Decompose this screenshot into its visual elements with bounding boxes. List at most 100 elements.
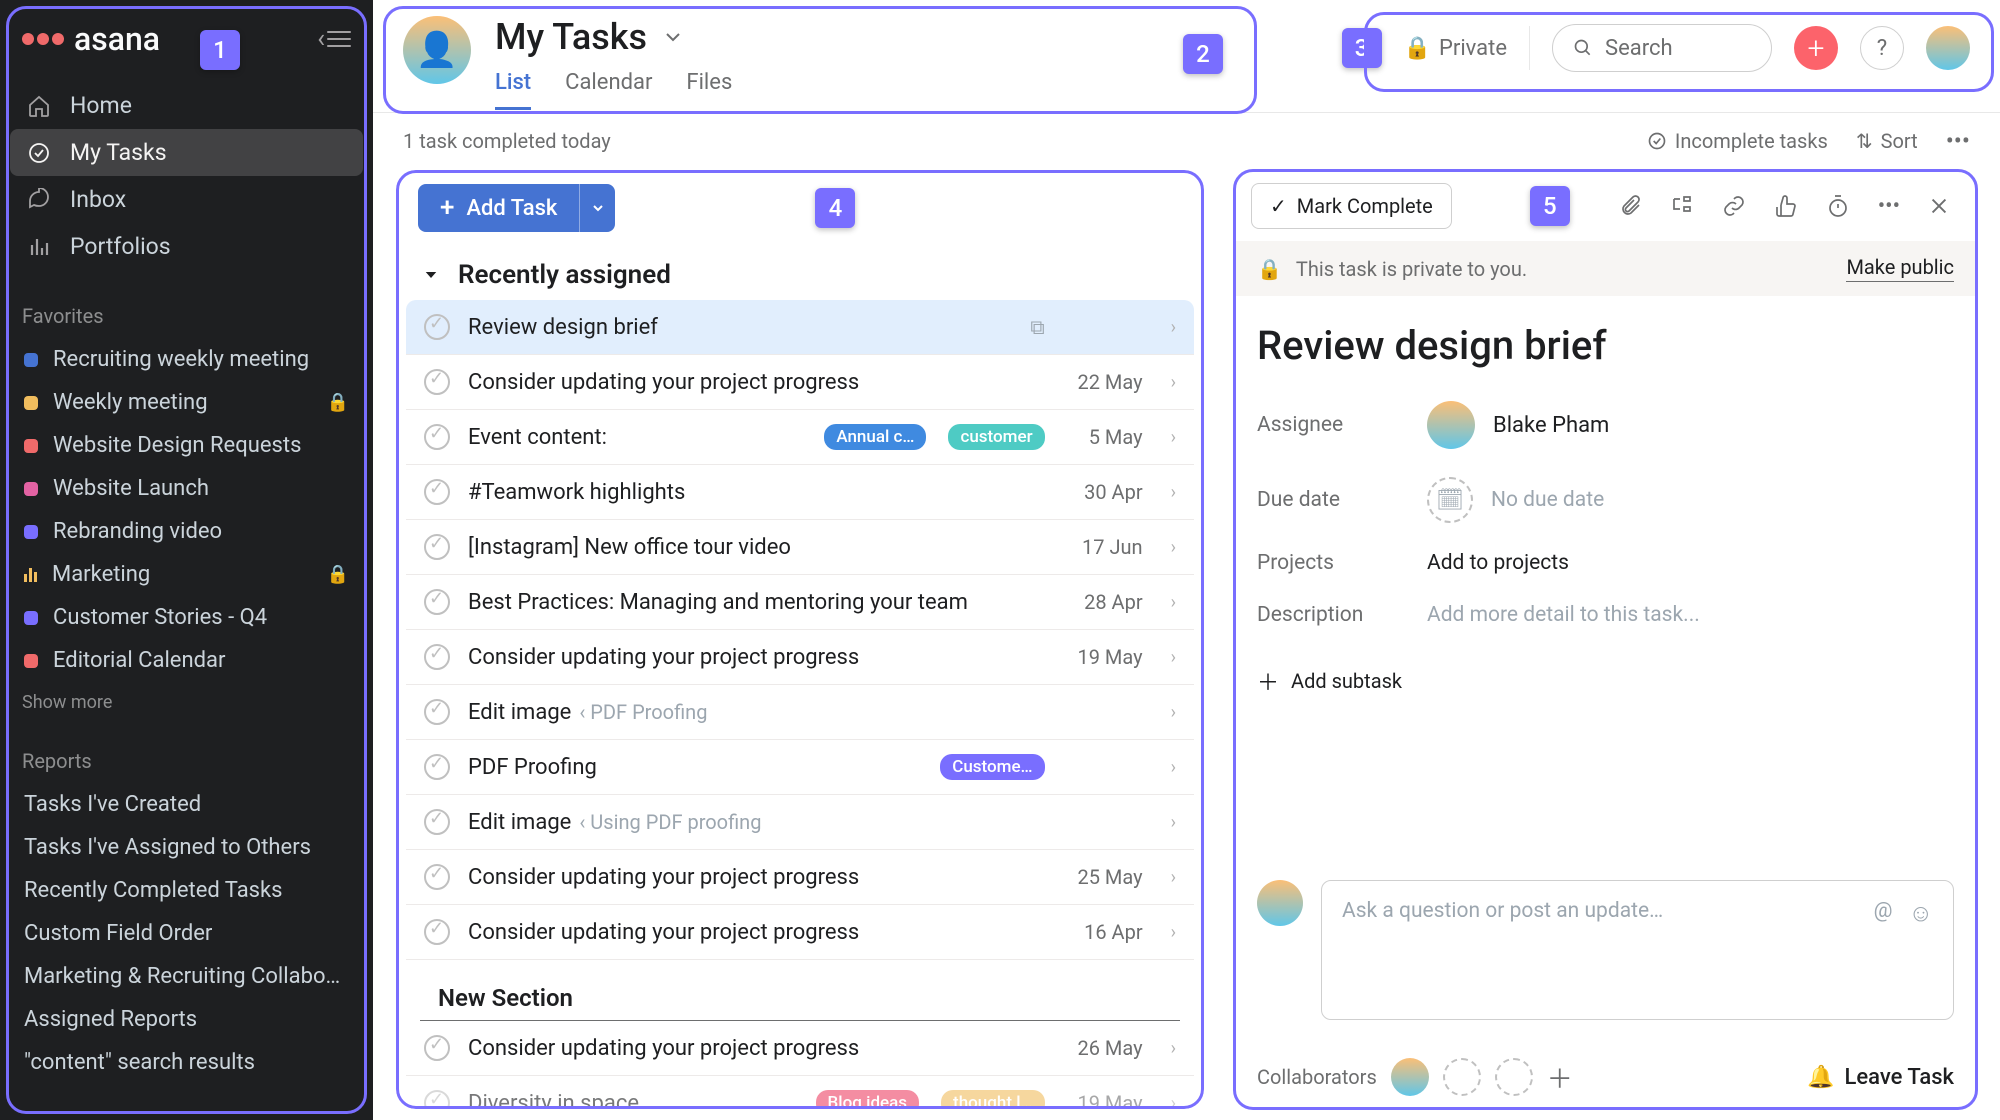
add-subtask-button[interactable]: ＋ Add subtask: [1233, 641, 1978, 721]
due-date-value[interactable]: 🗓 No due date: [1427, 477, 1604, 523]
complete-checkbox[interactable]: [424, 864, 450, 890]
add-task-button[interactable]: + Add Task: [418, 184, 579, 232]
report-item[interactable]: Marketing & Recruiting Collabo…: [12, 955, 361, 998]
user-avatar-small[interactable]: [1926, 26, 1970, 70]
favorite-item[interactable]: Weekly meeting🔒: [12, 381, 361, 424]
tab-calendar[interactable]: Calendar: [565, 70, 652, 110]
task-row[interactable]: #Teamwork highlights30 Apr›: [406, 465, 1194, 520]
subtasks-button[interactable]: [1660, 188, 1704, 224]
task-row[interactable]: Event content:Annual c…customer5 May›: [406, 410, 1194, 465]
sort-button[interactable]: ⇅ Sort: [1856, 129, 1918, 153]
favorite-item[interactable]: Customer Stories - Q4: [12, 596, 361, 639]
nav-home[interactable]: Home: [10, 82, 363, 129]
description-value[interactable]: Add more detail to this task...: [1427, 603, 1700, 627]
task-row[interactable]: [Instagram] New office tour video17 Jun›: [406, 520, 1194, 575]
report-item[interactable]: Tasks I've Created: [12, 783, 361, 826]
task-row[interactable]: Edit image‹ Using PDF proofing›: [406, 795, 1194, 850]
callout-4: 4: [815, 188, 855, 228]
comment-input[interactable]: Ask a question or post an update… @ ☺: [1321, 880, 1954, 1020]
add-collaborator-button[interactable]: ＋: [1547, 1059, 1573, 1096]
collaborator-placeholder[interactable]: [1443, 1058, 1481, 1096]
parent-task-link[interactable]: ‹ Using PDF proofing: [579, 810, 761, 834]
report-item[interactable]: Recently Completed Tasks: [12, 869, 361, 912]
complete-checkbox[interactable]: [424, 1035, 450, 1061]
task-tag[interactable]: Custome…: [940, 754, 1044, 780]
complete-checkbox[interactable]: [424, 754, 450, 780]
mention-icon[interactable]: @: [1874, 899, 1893, 928]
complete-checkbox[interactable]: [424, 919, 450, 945]
mark-complete-button[interactable]: ✓ Mark Complete: [1251, 183, 1452, 229]
task-tag[interactable]: thought l…: [941, 1090, 1045, 1110]
nav-portfolios[interactable]: Portfolios: [10, 223, 363, 270]
make-public-link[interactable]: Make public: [1846, 255, 1954, 282]
close-detail-button[interactable]: [1918, 189, 1960, 223]
task-tag[interactable]: Blog ideas: [816, 1090, 920, 1110]
complete-checkbox[interactable]: [424, 1090, 450, 1110]
projects-label: Projects: [1257, 551, 1427, 575]
section-header[interactable]: New Section: [420, 974, 1180, 1021]
nav-inbox[interactable]: Inbox: [10, 176, 363, 223]
collaborator-placeholder[interactable]: [1495, 1058, 1533, 1096]
task-row[interactable]: PDF ProofingCustome…›: [406, 740, 1194, 795]
task-row[interactable]: Consider updating your project progress2…: [406, 1021, 1194, 1076]
complete-checkbox[interactable]: [424, 644, 450, 670]
complete-checkbox[interactable]: [424, 479, 450, 505]
complete-checkbox[interactable]: [424, 369, 450, 395]
projects-value[interactable]: Add to projects: [1427, 551, 1569, 575]
emoji-icon[interactable]: ☺: [1908, 899, 1933, 928]
task-row[interactable]: Edit image‹ PDF Proofing›: [406, 685, 1194, 740]
complete-checkbox[interactable]: [424, 534, 450, 560]
privacy-indicator[interactable]: 🔒 Private: [1404, 36, 1507, 61]
chevron-down-icon[interactable]: [661, 25, 685, 49]
complete-checkbox[interactable]: [424, 314, 450, 340]
quick-add-button[interactable]: +: [1794, 26, 1838, 70]
nav-my-tasks[interactable]: My Tasks: [10, 129, 363, 176]
report-item[interactable]: Assigned Reports: [12, 998, 361, 1041]
collaborator-avatar[interactable]: [1391, 1058, 1429, 1096]
assignee-value[interactable]: Blake Pham: [1427, 401, 1609, 449]
report-item[interactable]: "content" search results: [12, 1041, 361, 1084]
task-tag[interactable]: Annual c…: [824, 424, 926, 450]
task-row[interactable]: Review design brief⧉›: [406, 300, 1194, 355]
separator: [1529, 26, 1530, 70]
timer-button[interactable]: [1816, 188, 1860, 224]
task-row[interactable]: Consider updating your project progress1…: [406, 905, 1194, 960]
complete-checkbox[interactable]: [424, 809, 450, 835]
favorite-item[interactable]: Editorial Calendar: [12, 639, 361, 682]
task-row[interactable]: Diversity in spaceBlog ideasthought l…19…: [406, 1076, 1194, 1110]
report-item[interactable]: Custom Field Order: [12, 912, 361, 955]
complete-checkbox[interactable]: [424, 424, 450, 450]
favorite-item[interactable]: Website Design Requests: [12, 424, 361, 467]
leave-task-button[interactable]: 🔔 Leave Task: [1807, 1065, 1954, 1090]
add-task-dropdown[interactable]: [579, 184, 615, 232]
filter-incomplete[interactable]: Incomplete tasks: [1647, 129, 1828, 153]
task-row[interactable]: Consider updating your project progress1…: [406, 630, 1194, 685]
report-item[interactable]: Tasks I've Assigned to Others: [12, 826, 361, 869]
favorite-item[interactable]: Recruiting weekly meeting: [12, 338, 361, 381]
task-row[interactable]: Consider updating your project progress2…: [406, 355, 1194, 410]
complete-checkbox[interactable]: [424, 699, 450, 725]
copy-link-button[interactable]: [1712, 188, 1756, 224]
favorite-item[interactable]: Marketing🔒: [12, 553, 361, 596]
task-row[interactable]: Best Practices: Managing and mentoring y…: [406, 575, 1194, 630]
parent-task-link[interactable]: ‹ PDF Proofing: [579, 700, 707, 724]
collapse-sidebar-button[interactable]: ‹: [317, 24, 351, 54]
task-title[interactable]: Review design brief: [1233, 296, 1978, 387]
task-tag[interactable]: customer: [948, 424, 1044, 450]
asana-logo[interactable]: asana: [22, 20, 160, 58]
show-more-favorites[interactable]: Show more: [0, 682, 373, 723]
section-header[interactable]: Recently assigned: [404, 250, 1196, 300]
favorite-item[interactable]: Rebranding video: [12, 510, 361, 553]
help-button[interactable]: ?: [1860, 26, 1904, 70]
task-row[interactable]: Consider updating your project progress2…: [406, 850, 1194, 905]
tab-files[interactable]: Files: [686, 70, 732, 110]
tab-list[interactable]: List: [495, 70, 531, 110]
complete-checkbox[interactable]: [424, 589, 450, 615]
favorite-item[interactable]: Website Launch: [12, 467, 361, 510]
user-avatar-large[interactable]: 👤: [403, 16, 471, 84]
more-options-button[interactable]: •••: [1946, 127, 1970, 155]
search-input[interactable]: Search: [1552, 24, 1772, 72]
like-button[interactable]: [1764, 188, 1808, 224]
more-actions-button[interactable]: •••: [1868, 188, 1910, 225]
attachment-button[interactable]: [1608, 188, 1652, 224]
